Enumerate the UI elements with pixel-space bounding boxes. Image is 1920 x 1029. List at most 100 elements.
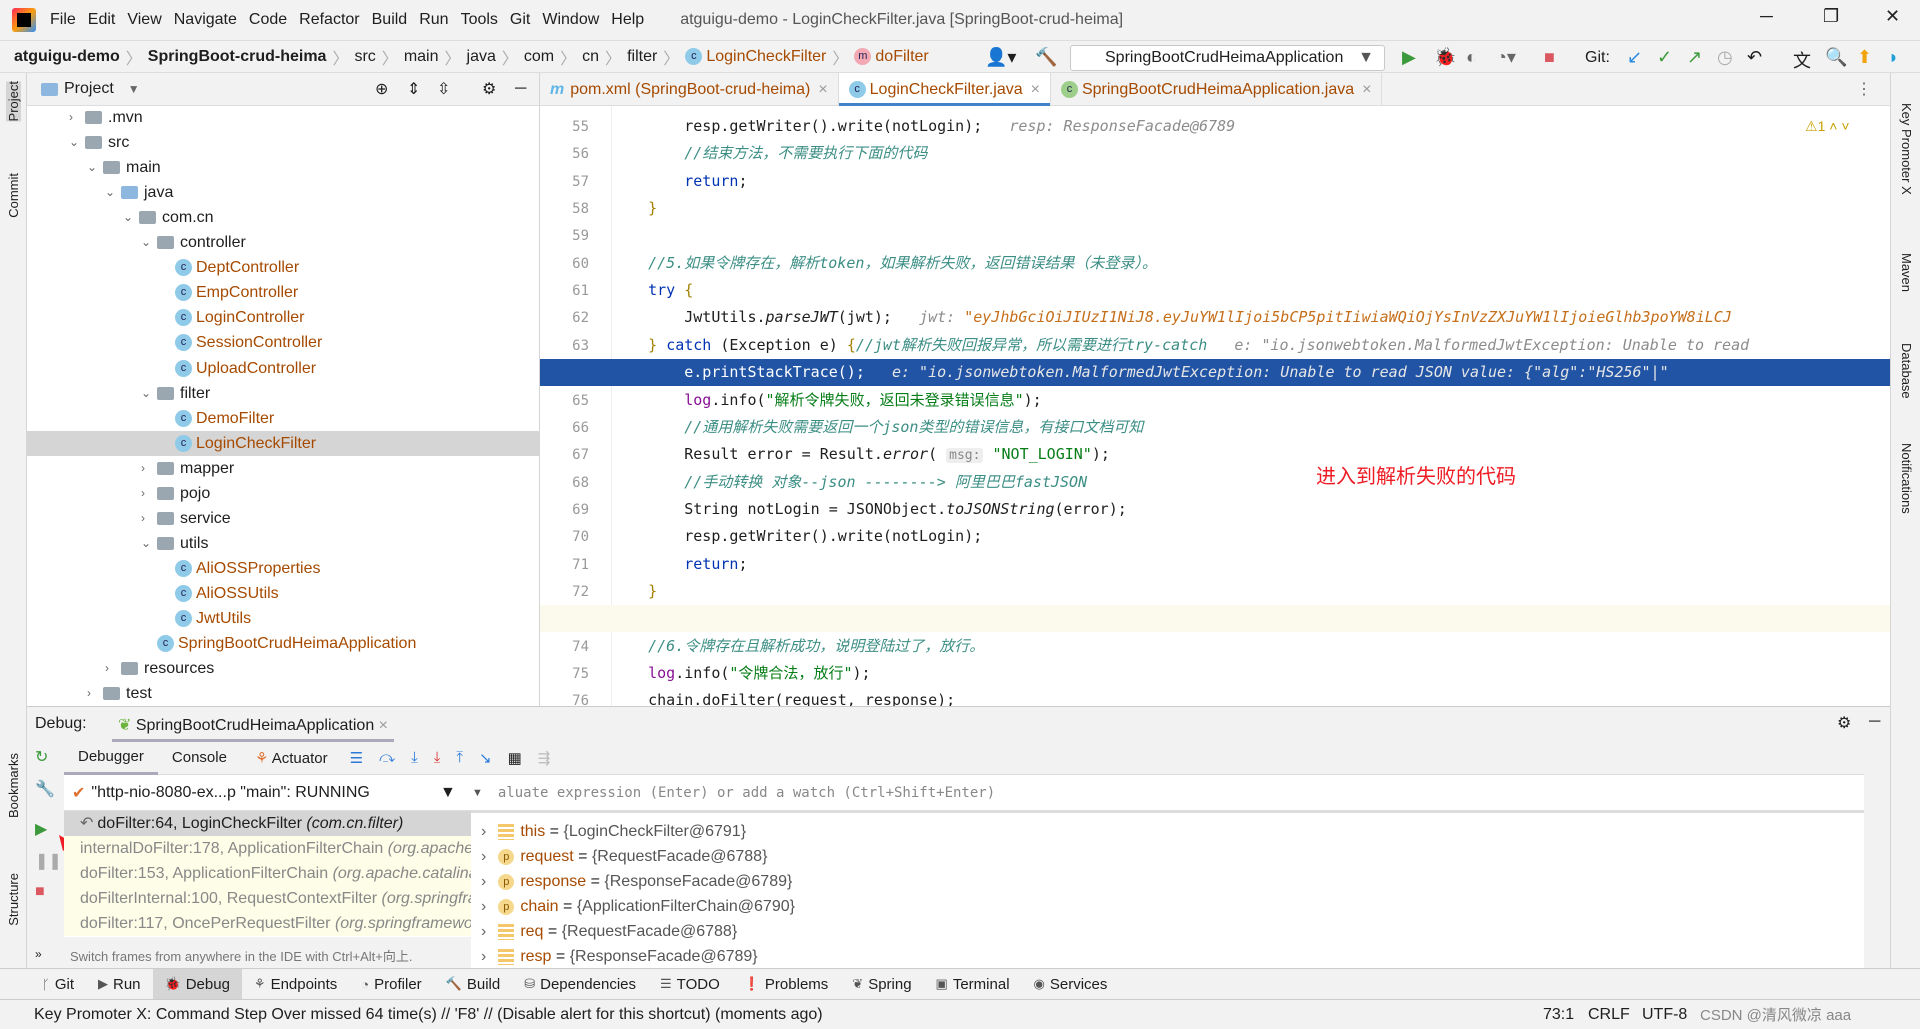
breadcrumb-item[interactable]: m doFilter (854, 45, 929, 69)
code-line[interactable]: } (612, 578, 1892, 605)
code-line[interactable]: //通用解析失败需要返回一个json类型的错误信息，有接口文档可知 (612, 414, 1892, 441)
translate-icon[interactable]: 文 (1793, 47, 1811, 73)
line-number[interactable]: 68 (564, 475, 589, 491)
rerun-icon[interactable]: ↻ (35, 747, 48, 767)
settings-wrench-icon[interactable]: 🔧 (35, 779, 55, 799)
debug-settings-icon[interactable]: ⚙ (1837, 713, 1851, 733)
menu-edit[interactable]: Edit (88, 11, 116, 29)
chevron-icon[interactable]: › (141, 481, 157, 506)
sidebar-project[interactable]: Project (6, 81, 21, 122)
code-line[interactable]: try { (612, 277, 1892, 304)
breadcrumb-item[interactable]: SpringBoot-crud-heima 〉 (148, 45, 355, 69)
line-number[interactable]: 56 (564, 146, 589, 162)
tool-window-debug[interactable]: 🐞 Debug (152, 968, 242, 1000)
tool-window-git[interactable]: ᚴ Git (30, 969, 86, 1000)
line-number[interactable]: 69 (564, 502, 589, 518)
locate-icon[interactable]: ⊕ (375, 79, 388, 99)
code-line[interactable]: } catch (Exception e) {//jwt解析失败回报异常，所以需… (612, 332, 1892, 359)
tree-item[interactable]: › mapper (141, 456, 234, 481)
chevron-icon[interactable]: › (69, 105, 85, 130)
breadcrumb-item[interactable]: com 〉 (524, 45, 582, 69)
expand-chevron-icon[interactable]: › (481, 844, 486, 869)
editor-tab[interactable]: c SpringBootCrudHeimaApplication.java × (1051, 73, 1383, 106)
tree-item[interactable]: c DemoFilter (159, 406, 274, 431)
tree-item[interactable]: ⌄ controller (141, 230, 246, 255)
code-line[interactable]: log.info("解析令牌失败，返回未登录错误信息"); (612, 387, 1892, 414)
rollback-icon[interactable]: ↶ (1747, 47, 1762, 68)
tree-item[interactable]: c DeptController (159, 255, 299, 280)
tree-item[interactable]: c AliOSSUtils (159, 581, 279, 606)
menu-git[interactable]: Git (510, 11, 530, 29)
status-message[interactable]: Key Promoter X: Command Step Over missed… (34, 1006, 823, 1024)
evaluate-icon[interactable]: ▦ (508, 749, 522, 767)
tool-window-profiler[interactable]: ◔ Profiler (349, 969, 433, 1000)
close-window-button[interactable]: ✕ (1885, 6, 1900, 27)
editor-tab[interactable]: c LoginCheckFilter.java × (838, 73, 1051, 106)
chevron-icon[interactable]: › (141, 456, 157, 481)
tree-item[interactable]: ⌄ src (69, 130, 129, 155)
trace-icon[interactable]: ⇶ (538, 749, 551, 767)
stack-frame[interactable]: doFilter:153, ApplicationFilterChain (or… (64, 861, 481, 886)
sidebar-structure[interactable]: Structure (6, 873, 21, 926)
tool-window-dependencies[interactable]: ⛁ Dependencies (512, 969, 648, 1000)
chevron-icon[interactable]: ⌄ (141, 381, 157, 406)
git-history-icon[interactable]: ◷ (1717, 47, 1733, 68)
run-to-cursor-icon[interactable]: ↘ (479, 749, 492, 767)
chevron-icon[interactable]: › (87, 681, 103, 706)
tab-console[interactable]: Console (158, 749, 241, 766)
line-number[interactable]: 59 (564, 228, 589, 244)
tree-item[interactable]: ⌄ utils (141, 531, 208, 556)
variable-row[interactable]: › p request = {RequestFacade@6788} (481, 844, 767, 869)
breadcrumb-item[interactable]: filter 〉 (627, 45, 685, 69)
tree-item[interactable]: ⌄ java (105, 180, 173, 205)
line-number[interactable]: 74 (564, 639, 589, 655)
tab-options-icon[interactable]: ⋮ (1856, 79, 1872, 99)
menu-help[interactable]: Help (611, 11, 644, 29)
git-push-icon[interactable]: ↗ (1687, 47, 1702, 68)
stop-debug-icon[interactable]: ■ (35, 883, 45, 901)
line-number[interactable]: 67 (564, 447, 589, 463)
tool-window-build[interactable]: 🔨 Build (434, 969, 513, 1000)
line-number[interactable]: 70 (564, 529, 589, 545)
tree-item[interactable]: c EmpController (159, 280, 298, 305)
line-number[interactable]: 65 (564, 393, 589, 409)
sidebar-database[interactable]: Database (1899, 343, 1914, 399)
menu-navigate[interactable]: Navigate (174, 11, 237, 29)
line-separator[interactable]: CRLF (1588, 1006, 1630, 1024)
line-number[interactable]: 57 (564, 174, 589, 190)
line-number[interactable]: 72 (564, 584, 589, 600)
step-into-icon[interactable]: ⤓ (411, 749, 418, 766)
code-line[interactable]: //结束方法，不需要执行下面的代码 (612, 140, 1892, 167)
chevron-icon[interactable]: › (141, 506, 157, 531)
chevron-icon[interactable]: ⌄ (87, 155, 103, 180)
tool-window-todo[interactable]: ☰ TODO (648, 969, 732, 1000)
line-number[interactable]: 63 (564, 338, 589, 354)
line-number[interactable]: 60 (564, 256, 589, 272)
code-line[interactable]: Result error = Result.error( msg: "NOT_L… (612, 441, 1892, 468)
line-number[interactable]: 71 (564, 557, 589, 573)
chevron-icon[interactable]: ⌄ (141, 531, 157, 556)
menu-view[interactable]: View (127, 11, 161, 29)
stop-icon[interactable]: ■ (1544, 47, 1555, 68)
variable-row[interactable]: › this = {LoginCheckFilter@6791} (481, 819, 746, 844)
code-line[interactable] (540, 605, 1890, 633)
sidebar-notifications[interactable]: Notifications (1899, 443, 1914, 514)
stack-frame[interactable]: ↶ doFilter:64, LoginCheckFilter (com.cn.f… (64, 811, 481, 836)
search-icon[interactable]: 🔍 (1825, 47, 1847, 68)
tree-item[interactable]: c LoginController (159, 305, 305, 330)
tree-item[interactable]: › service (141, 506, 231, 531)
tool-window-problems[interactable]: ❗ Problems (732, 969, 841, 1000)
breadcrumb-item[interactable]: c LoginCheckFilter 〉 (685, 45, 854, 69)
tree-item[interactable]: c SpringBootCrudHeimaApplication (141, 631, 416, 656)
chevron-icon[interactable]: ⌄ (141, 230, 157, 255)
tree-item[interactable]: c SessionController (159, 330, 322, 355)
variable-row[interactable]: › p chain = {ApplicationFilterChain@6790} (481, 894, 795, 919)
tree-item[interactable]: › test (87, 681, 152, 706)
debug-icon[interactable]: 🐞 (1434, 47, 1456, 68)
git-update-icon[interactable]: ↙ (1627, 47, 1642, 68)
chevron-icon[interactable]: ⌄ (69, 130, 85, 155)
variable-row[interactable]: › resp = {ResponseFacade@6789} (481, 944, 758, 969)
breadcrumb-item[interactable]: atguigu-demo 〉 (14, 45, 148, 69)
code-line[interactable]: return; (612, 168, 1892, 195)
minimize-button[interactable]: ─ (1760, 6, 1773, 27)
